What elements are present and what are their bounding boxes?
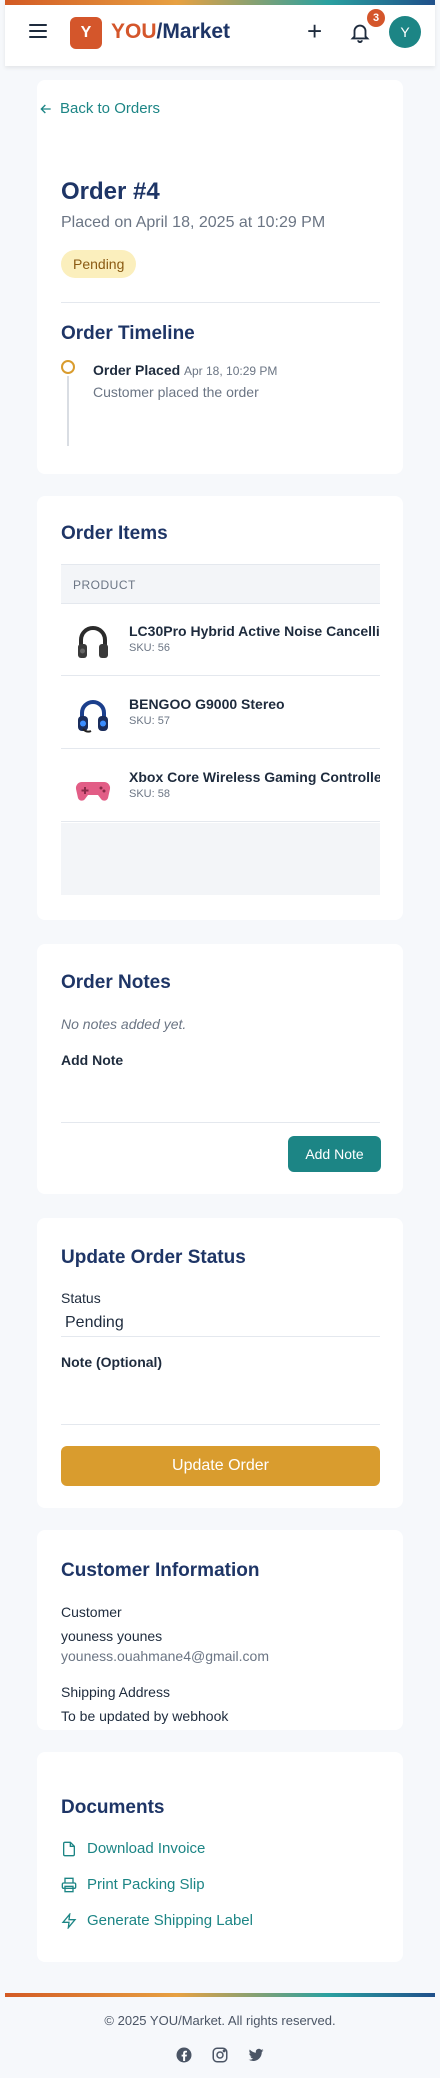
logo-badge[interactable]: Y: [70, 17, 102, 49]
item-sku: SKU: 58: [129, 788, 170, 800]
customer-info-title: Customer Information: [61, 1560, 260, 1581]
user-avatar[interactable]: Y: [389, 16, 421, 48]
generate-shipping-label-link[interactable]: Generate Shipping Label: [61, 1912, 253, 1929]
timeline-event-time: Apr 18, 10:29 PM: [184, 364, 278, 378]
item-name[interactable]: Xbox Core Wireless Gaming Controller: [129, 769, 380, 785]
shipping-address-value: To be updated by webhook: [61, 1708, 229, 1724]
order-notes-title: Order Notes: [61, 972, 171, 993]
item-sku: SKU: 57: [129, 715, 170, 727]
item-name[interactable]: BENGOO G9000 Stereo: [129, 696, 285, 712]
twitter-icon[interactable]: [247, 2046, 265, 2064]
no-notes-text: No notes added yet.: [61, 1016, 187, 1032]
status-select[interactable]: Pending: [65, 1314, 124, 1332]
plus-icon[interactable]: +: [307, 17, 322, 45]
item-sku: SKU: 56: [129, 642, 170, 654]
arrow-left-icon: [40, 104, 51, 113]
printer-icon: [61, 1877, 77, 1892]
brand-name[interactable]: YOU/Market: [111, 20, 230, 44]
facebook-icon[interactable]: [175, 2046, 193, 2064]
divider: [61, 302, 380, 303]
table-row[interactable]: BENGOO G9000 Stereo SKU: 57: [61, 677, 380, 749]
add-note-field-border: [61, 1122, 380, 1123]
customer-label: Customer: [61, 1604, 122, 1620]
items-table-footer: [61, 823, 380, 895]
notification-badge: 3: [367, 9, 385, 27]
status-note-input[interactable]: [61, 1374, 380, 1424]
documents-card: [37, 1752, 403, 1962]
order-placed-date: Placed on April 18, 2025 at 10:29 PM: [61, 214, 326, 231]
add-note-label: Add Note: [61, 1052, 124, 1068]
customer-email: youness.ouahmane4@gmail.com: [61, 1648, 269, 1664]
headphones-black-icon: [78, 626, 108, 658]
shipping-address-label: Shipping Address: [61, 1684, 170, 1700]
status-select-border: [61, 1336, 380, 1337]
order-title: Order #4: [61, 178, 160, 205]
items-table-header: PRODUCT: [61, 564, 380, 604]
instagram-icon[interactable]: [211, 2046, 229, 2064]
back-to-orders-link[interactable]: Back to Orders: [38, 100, 160, 117]
gaming-headset-icon: [78, 700, 108, 733]
note-optional-label: Note (Optional): [61, 1354, 163, 1370]
timeline-title: Order Timeline: [61, 323, 195, 344]
update-status-title: Update Order Status: [61, 1247, 246, 1268]
status-badge: Pending: [61, 250, 137, 278]
timeline-event-description: Customer placed the order: [93, 384, 259, 400]
download-invoice-link[interactable]: Download Invoice: [61, 1840, 205, 1857]
status-note-border: [61, 1424, 380, 1425]
file-icon: [63, 1841, 75, 1856]
top-navbar: Y YOU/Market + 3 Y: [5, 0, 435, 66]
timeline-event-title: Order Placed: [93, 362, 181, 378]
lightning-icon: [61, 1912, 77, 1929]
timeline-line: [67, 376, 69, 446]
customer-name: youness younes: [61, 1628, 163, 1644]
footer-copyright: © 2025 YOU/Market. All rights reserved.: [104, 2013, 336, 2028]
table-row[interactable]: Xbox Core Wireless Gaming Controller SKU…: [61, 750, 380, 822]
bell-icon[interactable]: [349, 21, 371, 43]
table-row[interactable]: LC30Pro Hybrid Active Noise Cancelling S…: [61, 604, 380, 676]
print-packing-slip-link[interactable]: Print Packing Slip: [61, 1876, 205, 1893]
documents-title: Documents: [61, 1797, 165, 1818]
timeline-dot: [61, 360, 75, 374]
add-note-button[interactable]: Add Note: [288, 1136, 381, 1172]
item-name[interactable]: LC30Pro Hybrid Active Noise Cancelling: [129, 623, 380, 639]
update-order-button[interactable]: Update Order: [61, 1446, 380, 1486]
menu-icon[interactable]: [29, 24, 47, 38]
footer-stripe: [5, 1993, 435, 1997]
gamepad-icon: [75, 781, 111, 801]
brand-stripe: [5, 0, 435, 5]
add-note-textarea[interactable]: [61, 1070, 380, 1122]
order-items-title: Order Items: [61, 523, 168, 544]
status-label: Status: [61, 1290, 101, 1306]
